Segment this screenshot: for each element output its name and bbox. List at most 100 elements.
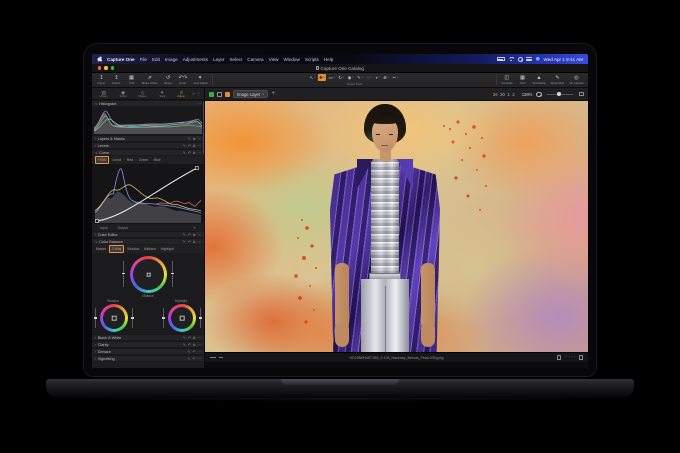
reset-icon[interactable]: ↶ — [188, 240, 191, 244]
menu-edit[interactable]: Edit — [152, 57, 160, 62]
edit-icon[interactable]: ✎ — [187, 357, 190, 361]
mask-outline-toggle-icon[interactable] — [217, 92, 222, 97]
highlight-lightness-slider[interactable] — [163, 308, 164, 328]
midtone-saturation-slider[interactable] — [172, 261, 173, 287]
menu-window[interactable]: Window — [283, 57, 299, 62]
tab-overflow-icon[interactable]: ⋮ — [196, 91, 202, 97]
photo-area[interactable] — [205, 101, 588, 352]
layer-dropdown[interactable]: Image Layer ∨ — [233, 90, 268, 98]
mask-visible-toggle-icon[interactable] — [209, 92, 214, 97]
panel-header-vignetting[interactable]: › Vignetting ✎ ↶ ⋯ — [92, 355, 204, 362]
midtone-lightness-slider[interactable] — [123, 261, 124, 287]
more-icon[interactable]: ⋯ — [197, 240, 201, 244]
tab-style[interactable]: ✦Style — [152, 90, 171, 98]
wifi-icon[interactable] — [508, 57, 514, 62]
more-icon[interactable]: ⋯ — [197, 137, 201, 141]
highlight-color-wheel[interactable] — [168, 304, 196, 332]
edit-icon[interactable]: ✎ — [183, 240, 186, 244]
cursor-tool-pan[interactable]: ✚∨ — [318, 74, 326, 81]
tab-library[interactable]: ▤Library — [94, 90, 113, 98]
grid-button[interactable]: ▦Grid — [517, 75, 528, 85]
curve-canvas[interactable] — [92, 164, 204, 224]
shadow-saturation-slider[interactable] — [132, 308, 133, 328]
panel-header-histogram[interactable]: ∨ Histogram ⋯ — [92, 100, 204, 107]
speed-edit-button[interactable]: ✎Speed Edit — [550, 75, 565, 85]
cb-tab-highlight[interactable]: Highlight — [159, 246, 176, 251]
reset-icon[interactable]: ↶ — [192, 350, 195, 354]
cursor-tool-select[interactable]: ↖∨ — [309, 74, 317, 81]
control-center-icon[interactable] — [526, 57, 532, 62]
menu-select[interactable]: Select — [229, 57, 242, 62]
midtone-color-wheel[interactable] — [130, 256, 167, 293]
menu-scripts[interactable]: Scripts — [305, 57, 319, 62]
menu-image[interactable]: Image — [165, 57, 178, 62]
cb-tab-shadow[interactable]: Shadow — [125, 246, 141, 251]
zoom-level[interactable]: 136% — [522, 92, 533, 97]
curve-tab-red[interactable]: Red — [124, 157, 135, 162]
edit-icon[interactable]: ✎ — [188, 137, 191, 141]
compare-button[interactable]: ◫Compare — [501, 75, 513, 85]
menu-camera[interactable]: Camera — [247, 57, 263, 62]
cursor-tool-heal[interactable]: ◑∨ — [374, 75, 381, 81]
fit-view-icon[interactable] — [579, 92, 584, 97]
zoom-slider[interactable] — [547, 94, 573, 95]
panel-header-color-editor[interactable]: › Color Editor ✎ ↶ ⧉ ⋯ — [92, 231, 204, 238]
menu-clock[interactable]: Wed Apr 1 9:41 AM — [544, 57, 584, 62]
copy-icon[interactable]: ⧉ — [193, 240, 196, 244]
cb-tab-midtone[interactable]: Midtone — [142, 246, 158, 251]
cursor-tool-pick[interactable]: ◉∨ — [347, 74, 355, 81]
tab-shape[interactable]: ◇Shape — [133, 90, 152, 98]
more-icon[interactable]: ⋯ — [197, 350, 201, 354]
curve-tab-luma[interactable]: Luma — [110, 157, 123, 162]
more-icon[interactable]: ⋯ — [197, 102, 201, 106]
edit-icon[interactable]: ✎ — [183, 233, 186, 237]
menu-file[interactable]: File — [140, 57, 147, 62]
more-icon[interactable]: ⋯ — [197, 336, 201, 340]
curve-tab-rgb[interactable]: RGB — [95, 156, 109, 163]
reset-icon[interactable]: ↶ — [188, 343, 191, 347]
reset-icon[interactable]: ↶ — [192, 357, 195, 361]
magnifier-icon[interactable] — [536, 92, 541, 97]
cursor-tool-clone[interactable]: ⊕∨ — [382, 74, 390, 81]
reset-icon[interactable]: ↶ — [188, 233, 191, 237]
import-button[interactable]: ↧Import — [96, 75, 107, 85]
cursor-tool-crop[interactable]: ▭∨ — [328, 74, 336, 81]
panel-header-black-white[interactable]: › Black & White ✎ ↶ ⧉ ⋯ — [92, 334, 204, 341]
edit-icon[interactable]: ✎ — [183, 144, 186, 148]
cb-tab-3way[interactable]: 3-Way — [109, 245, 124, 252]
tab-adjust[interactable]: ≡Adjust — [172, 90, 191, 98]
thumbnail-view-icon[interactable] — [557, 355, 561, 359]
panel-header-layers[interactable]: › Layers & Masks ✎ ⧉ ⋯ — [92, 135, 204, 142]
capture-button[interactable]: ◎No Capture — [569, 75, 584, 85]
menu-layer[interactable]: Layer — [213, 57, 225, 62]
battery-icon[interactable] — [497, 57, 505, 61]
reset-icon[interactable]: ↶ — [188, 144, 191, 148]
undo-button[interactable]: ↶↷Undo — [178, 75, 189, 85]
auto-adjust-button[interactable]: ✦Auto Adjust — [193, 75, 208, 85]
panel-header-levels[interactable]: › Levels ✎ ↶ ⧉ ⋯ — [92, 142, 204, 149]
copy-icon[interactable]: ⧉ — [193, 233, 196, 237]
copy-icon[interactable]: ⧉ — [193, 137, 196, 141]
edit-icon[interactable]: ✎ — [183, 336, 186, 340]
cull-button[interactable]: ▦Cull — [126, 75, 137, 85]
cb-tab-master[interactable]: Master — [94, 246, 108, 251]
reset-icon[interactable]: ↶ — [188, 336, 191, 340]
shadow-color-wheel[interactable] — [100, 304, 128, 332]
menu-adjustments[interactable]: Adjustments — [183, 57, 208, 62]
curve-tab-blue[interactable]: Blue — [152, 157, 164, 162]
cursor-tool-rotate[interactable]: ↻∨ — [337, 74, 345, 81]
apple-icon[interactable] — [97, 56, 102, 62]
export-button[interactable]: ↥Export — [111, 75, 122, 85]
spotlight-icon[interactable] — [518, 57, 523, 62]
panel-header-curve[interactable]: ∨ Curve ✎ ↶ ⧉ ⋯ — [92, 149, 204, 156]
menu-app-name[interactable]: Capture One — [107, 57, 135, 62]
cursor-tool-erase-mask[interactable]: ◌∨ — [366, 75, 373, 81]
copy-icon[interactable]: ⧉ — [193, 144, 196, 148]
edit-icon[interactable]: ✎ — [187, 350, 190, 354]
panel-header-dehaze[interactable]: › Dehaze ✎ ↶ ⋯ — [92, 348, 204, 355]
more-icon[interactable]: ⋯ — [197, 357, 201, 361]
copy-icon[interactable]: ⧉ — [193, 336, 196, 340]
panel-header-clarity[interactable]: › Clarity ✎ ↶ ⧉ ⋯ — [92, 341, 204, 348]
more-icon[interactable]: ⋯ — [197, 343, 201, 347]
reset-button[interactable]: ↺Reset — [163, 75, 174, 85]
